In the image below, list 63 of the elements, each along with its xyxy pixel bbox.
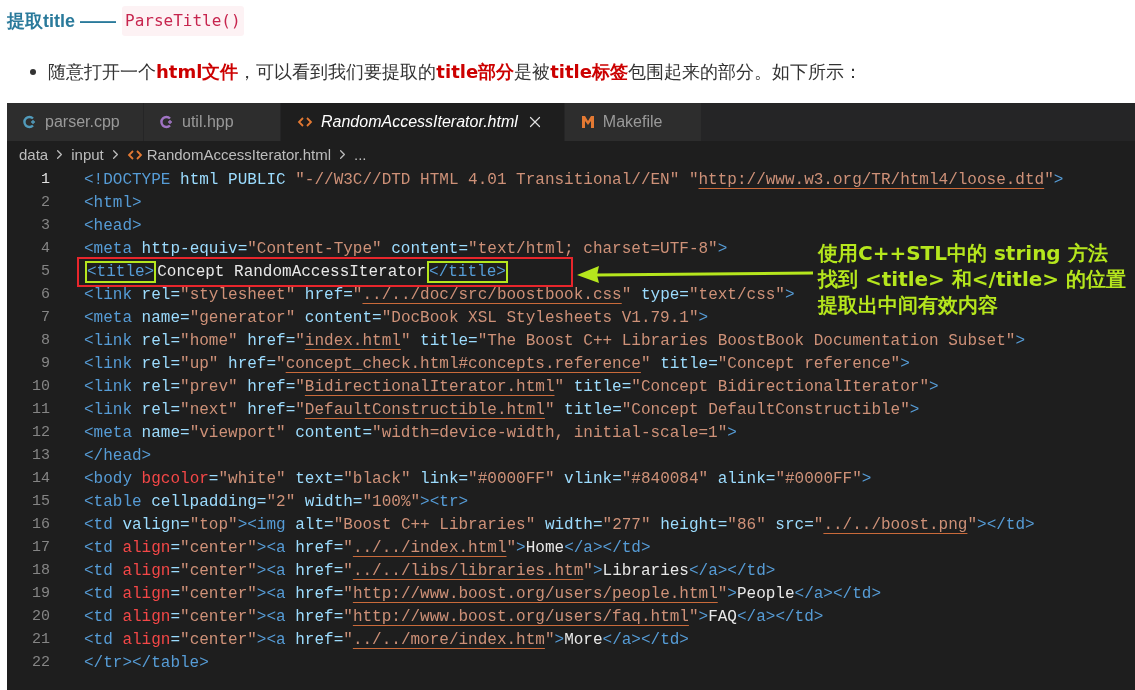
code-line: <link rel="up" href="concept_check.html#concepts.reference" title="Concept reference"> (84, 354, 910, 373)
line-number: 16 (31, 516, 50, 533)
m-letter-icon (580, 115, 595, 129)
inline-code: ParseTitle() (122, 6, 244, 36)
code-line: <html> (84, 193, 142, 212)
code-brackets-icon (297, 116, 313, 128)
annotation-text: 提取出中间有效内容 (818, 292, 999, 318)
editor-tab[interactable]: RandomAccessIterator.html (281, 103, 565, 141)
line-number: 15 (31, 493, 50, 510)
editor-tab[interactable]: Makefile (564, 103, 702, 141)
breadcrumb-item[interactable]: ... (354, 146, 367, 163)
code-line: <!DOCTYPE html PUBLIC "-//W3C//DTD HTML 4.01 Transitional//EN" "http://www.w3.org/TR/html4/loose.dtd"> (84, 170, 1064, 189)
code-line: <link rel="prev" href="BidirectionalIterator.html" title="Concept BidirectionalIterator"> (84, 377, 939, 396)
code-line: <meta name="generator" content="DocBook XSL Stylesheets V1.79.1"> (84, 308, 709, 327)
annotation-text: 使用C++STL中的 string 方法 (818, 240, 1109, 266)
code-line: <body bgcolor="white" text="black" link="#0000FF" vlink="#840084" alink="#0000FF"> (84, 469, 872, 488)
line-number: 17 (31, 539, 50, 556)
code-line: <link rel="home" href="index.html" title="The Boost C++ Libraries BoostBook Documentation Subset"> (84, 331, 1025, 350)
line-number: 3 (40, 217, 50, 234)
code-brackets-icon (126, 148, 143, 161)
cpp-file-icon (160, 115, 174, 129)
code-line: </head> (84, 446, 152, 465)
annotation-text: 找到 <title> 和</title> 的位置 (818, 266, 1127, 292)
line-number: 22 (31, 654, 50, 671)
code-line: <link rel="stylesheet" href="../../doc/src/boostbook.css" type="text/css"> (84, 285, 795, 304)
line-number: 8 (40, 332, 50, 349)
line-number: 14 (31, 470, 50, 487)
code-line: </tr></table> (84, 653, 209, 672)
line-number: 19 (31, 585, 50, 602)
line-number: 13 (31, 447, 50, 464)
line-number: 6 (40, 286, 50, 303)
line-number: 5 (40, 263, 50, 280)
line-number: 9 (40, 355, 50, 372)
editor-tab[interactable]: parser.cpp (7, 103, 144, 141)
code-line: <meta http-equiv="Content-Type" content="text/html; charset=UTF-8"> (84, 239, 728, 258)
code-line: <table cellpadding="2" width="100%"><tr> (84, 492, 469, 511)
editor-tab[interactable]: util.hpp (144, 103, 281, 141)
code-line: <head> (84, 216, 142, 235)
paragraph: 随意打开一个html文件，可以看到我们要提取的title部分是被title标签包围起来的部分。如下所示： (48, 60, 862, 84)
line-number: 21 (31, 631, 50, 648)
line-number: 1 (40, 171, 50, 188)
line-number: 7 (40, 309, 50, 326)
code-line: <td align="center"><a href="../../index.html">Home</a></td> (84, 538, 651, 557)
code-line: <td align="center"><a href="../../more/index.htm">More</a></td> (84, 630, 689, 649)
code-line: <td align="center"><a href="../../libs/libraries.htm">Libraries</a></td> (84, 561, 776, 580)
line-number: 18 (31, 562, 50, 579)
breadcrumb-item[interactable]: data (19, 146, 49, 163)
breadcrumb-item[interactable]: RandomAccessIterator.html (146, 146, 331, 163)
line-number: 4 (40, 240, 50, 257)
code-line: <meta name="viewport" content="width=device-width, initial-scale=1"> (84, 423, 737, 442)
line-number: 10 (31, 378, 50, 395)
code-line: <td align="center"><a href="http://www.boost.org/users/faq.html">FAQ</a></td> (84, 607, 824, 626)
code-line: <link rel="next" href="DefaultConstructible.html" title="Concept DefaultConstructible"> (84, 400, 920, 419)
code-line: <td valign="top"><img alt="Boost C++ Libraries" width="277" height="86" src="../../boost.png"></td> (84, 515, 1035, 534)
line-number: 11 (31, 401, 50, 418)
line-number: 20 (31, 608, 50, 625)
bullet-icon (30, 69, 36, 75)
line-number: 2 (40, 194, 50, 211)
cpp-file-icon (23, 115, 37, 129)
code-line: <td align="center"><a href="http://www.boost.org/users/people.html">People</a></td> (84, 584, 881, 603)
section-heading: 提取title —— (7, 10, 116, 33)
breadcrumb-item[interactable]: input (71, 146, 104, 163)
line-number: 12 (31, 424, 50, 441)
